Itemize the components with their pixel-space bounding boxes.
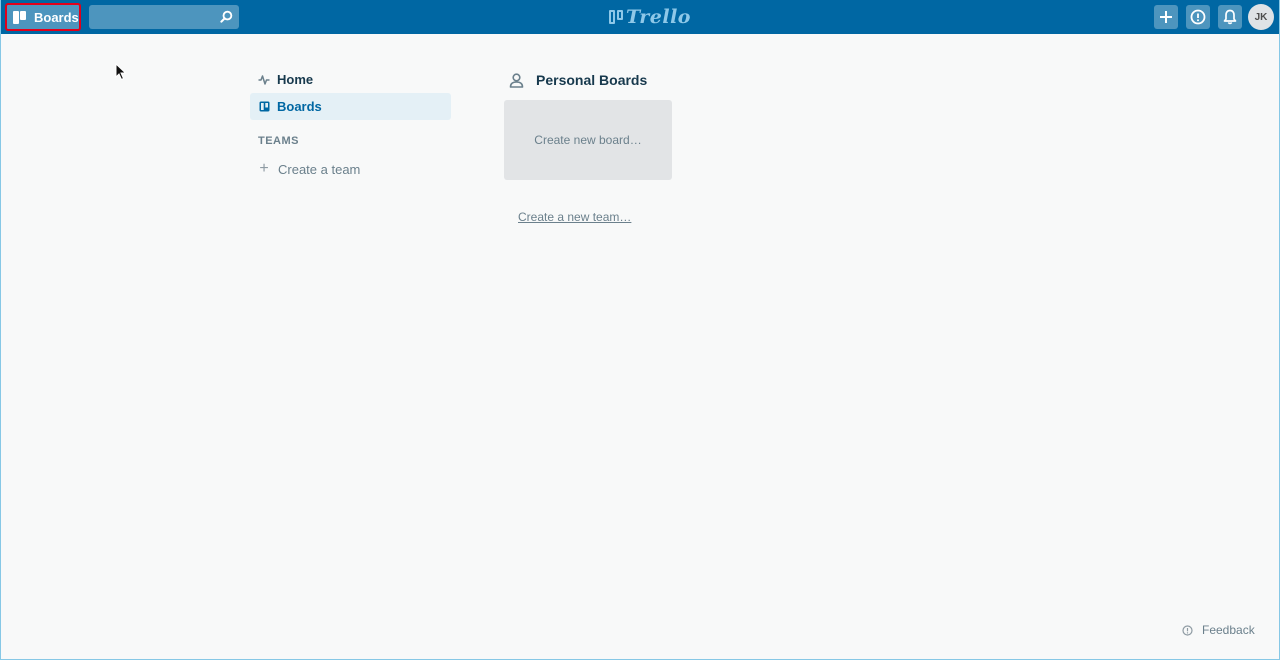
teams-heading: TEAMS [258, 135, 299, 147]
feedback-label: Feedback [1202, 623, 1255, 637]
create-new-board-tile[interactable]: Create new board… [504, 100, 672, 180]
avatar[interactable]: JK [1248, 4, 1274, 30]
search-input[interactable] [89, 5, 239, 29]
sidebar-item-boards[interactable]: Boards [250, 93, 451, 120]
info-icon [1182, 624, 1193, 636]
boards-button[interactable]: Boards [5, 3, 81, 31]
info-icon [1190, 9, 1206, 25]
feedback-button[interactable]: Feedback [1182, 622, 1255, 638]
trello-logo-icon [609, 10, 623, 24]
window-frame [0, 0, 1280, 660]
personal-boards-header: Personal Boards [504, 70, 904, 90]
sidebar: Home Boards TEAMS + Create a team [250, 66, 451, 182]
info-button[interactable] [1186, 5, 1210, 29]
main-content: Personal Boards Create new board… Create… [504, 70, 904, 224]
plus-icon [1160, 11, 1172, 23]
board-icon [13, 10, 26, 24]
create-team-button[interactable]: + Create a team [250, 156, 451, 182]
person-icon [509, 72, 524, 88]
top-header: Boards Trello JK [0, 0, 1280, 34]
create-button[interactable] [1154, 5, 1178, 29]
sidebar-item-home[interactable]: Home [250, 66, 451, 93]
bell-icon [1223, 9, 1237, 25]
trello-logo[interactable]: Trello [609, 6, 691, 28]
plus-icon: + [259, 160, 269, 177]
activity-icon [258, 74, 270, 86]
notifications-button[interactable] [1218, 5, 1242, 29]
sidebar-item-label: Boards [277, 99, 322, 114]
trello-logo-text: Trello [626, 6, 691, 28]
create-new-team-link[interactable]: Create a new team… [518, 210, 631, 224]
search-icon[interactable] [220, 10, 233, 23]
sidebar-item-label: Home [277, 72, 314, 87]
mouse-cursor-icon [115, 63, 127, 81]
boards-button-label: Boards [34, 9, 79, 25]
personal-boards-title: Personal Boards [536, 72, 648, 88]
search-box[interactable] [89, 5, 239, 29]
board-icon [258, 101, 270, 113]
create-team-label: Create a team [278, 161, 361, 177]
